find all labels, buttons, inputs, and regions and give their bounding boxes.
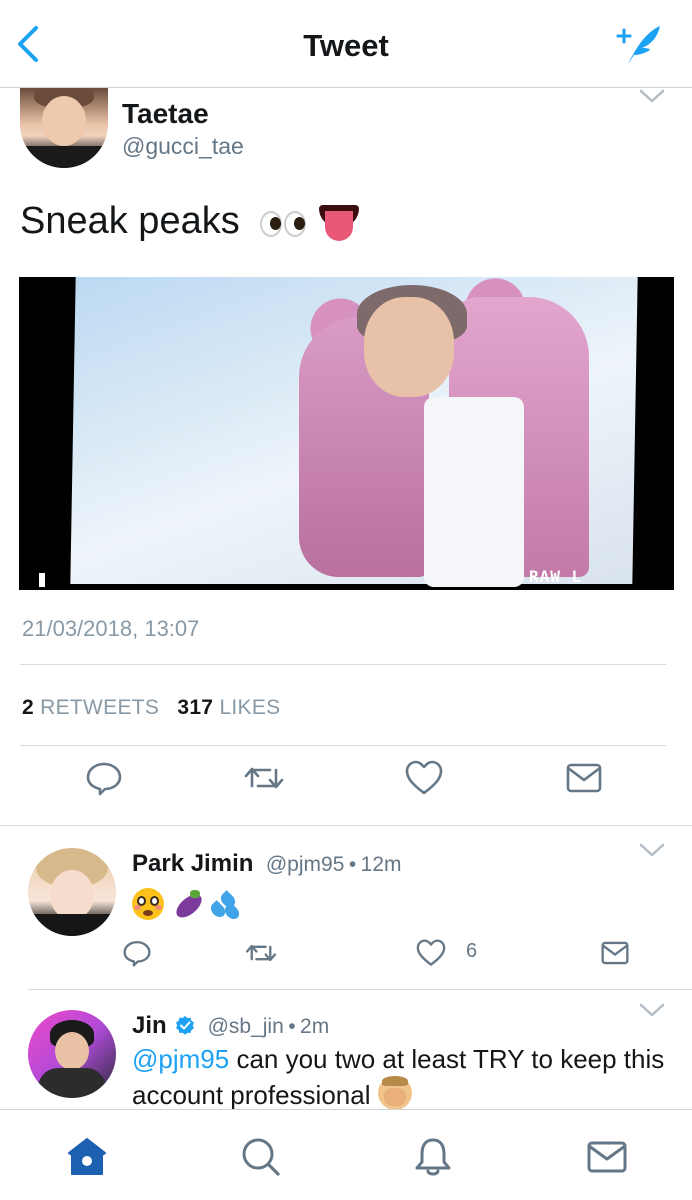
direct-message-icon	[566, 763, 602, 793]
photo-overlay-text: RAW L	[529, 567, 583, 586]
retweets-label[interactable]: RETWEETS	[40, 696, 159, 719]
reply-avatar[interactable]	[28, 1010, 116, 1098]
reply-separator: •	[348, 853, 357, 876]
retweet-icon	[244, 767, 284, 789]
retweet-button[interactable]	[244, 936, 278, 970]
reply-button[interactable]	[82, 756, 126, 800]
like-count[interactable]: 317	[177, 696, 213, 719]
tab-home[interactable]	[64, 1134, 110, 1180]
like-icon	[416, 939, 446, 966]
compose-tweet-icon	[616, 26, 660, 64]
retweet-icon	[245, 944, 277, 962]
like-button[interactable]	[402, 756, 446, 800]
tongue-emoji	[318, 203, 359, 243]
direct-message-button[interactable]	[598, 936, 632, 970]
reply-author-handle[interactable]: @sb_jin	[208, 1015, 284, 1038]
reply-header: Park Jimin @pjm95 • 12m	[132, 850, 402, 878]
reply-time: 2m	[300, 1015, 330, 1038]
facepalm-emoji	[377, 1076, 412, 1110]
sweat-droplets-emoji	[208, 888, 242, 922]
reply-action-bar: 6	[0, 936, 692, 976]
tweet-timestamp: 21/03/2018, 13:07	[22, 616, 200, 641]
home-icon	[68, 1138, 106, 1175]
reply-emojis	[132, 888, 672, 922]
mention-link[interactable]: @pjm95	[132, 1044, 229, 1074]
tweet-text-content: Sneak peaks	[20, 200, 240, 242]
tab-messages[interactable]	[584, 1134, 630, 1180]
divider	[28, 989, 692, 990]
reply-header: Jin @sb_jin • 2m	[132, 1012, 329, 1040]
tweet-stats: 2 RETWEETS 317 LIKES	[22, 696, 280, 720]
search-icon	[242, 1138, 280, 1176]
retweet-count[interactable]: 2	[22, 696, 34, 719]
reply-author-name[interactable]: Jin	[132, 1012, 167, 1039]
reply-author-name[interactable]: Park Jimin	[132, 850, 253, 877]
eyes-emoji	[260, 207, 308, 239]
flushed-face-emoji	[132, 888, 164, 920]
chevron-down-icon[interactable]	[638, 842, 666, 858]
chevron-down-icon[interactable]	[638, 88, 666, 104]
tab-search[interactable]	[238, 1134, 284, 1180]
author-name[interactable]: Taetae	[122, 98, 209, 130]
direct-message-icon	[601, 941, 629, 965]
author-avatar[interactable]	[20, 88, 108, 168]
reply-avatar[interactable]	[28, 848, 116, 936]
likes-label[interactable]: LIKES	[219, 696, 280, 719]
tweet-photo[interactable]: RAW L	[19, 277, 674, 590]
divider	[20, 745, 666, 746]
reply-text: @pjm95 can you two at least TRY to keep …	[132, 1043, 672, 1112]
messages-icon	[587, 1141, 627, 1173]
reply-author-handle[interactable]: @pjm95	[266, 853, 345, 876]
direct-message-button[interactable]	[562, 756, 606, 800]
like-icon	[405, 760, 443, 795]
retweet-button[interactable]	[242, 756, 286, 800]
verified-badge-icon	[176, 1016, 195, 1035]
top-navigation-bar: Tweet	[0, 0, 692, 88]
tab-notifications[interactable]	[410, 1134, 456, 1180]
reply-like-count: 6	[466, 940, 478, 962]
page-title: Tweet	[303, 28, 389, 63]
divider	[20, 664, 666, 665]
author-handle[interactable]: @gucci_tae	[122, 133, 244, 160]
reply-button[interactable]	[120, 936, 154, 970]
reply-time: 12m	[360, 853, 402, 876]
tweet-action-bar	[0, 756, 692, 826]
reply-separator: •	[288, 1015, 296, 1038]
bottom-tab-bar	[0, 1109, 692, 1200]
replies-list: Park Jimin @pjm95 • 12m 6 Jin @sb_jin • …	[0, 825, 692, 1110]
notifications-icon	[415, 1138, 451, 1176]
reply-icon	[123, 941, 151, 967]
compose-tweet-button[interactable]	[614, 22, 664, 68]
eggplant-emoji	[170, 888, 206, 922]
tweet-text: Sneak peaks	[20, 200, 359, 243]
reply-icon	[86, 762, 122, 796]
like-button[interactable]	[414, 936, 448, 970]
chevron-down-icon[interactable]	[638, 1002, 666, 1018]
